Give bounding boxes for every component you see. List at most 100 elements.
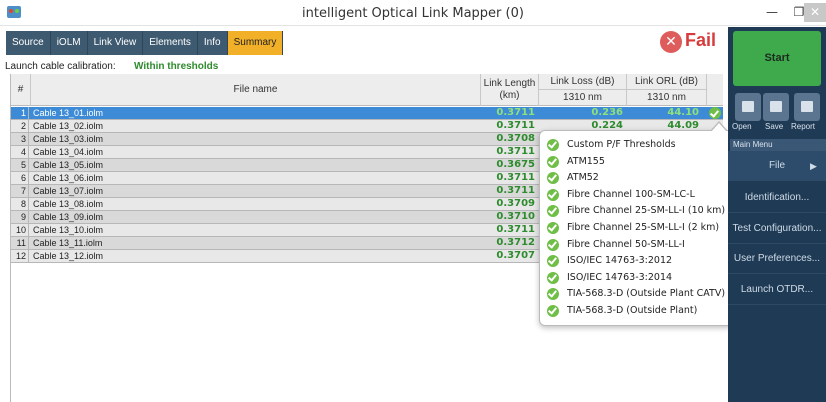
check-circle-icon: [547, 172, 559, 185]
row-file-name: Cable 13_05.iolm: [33, 160, 104, 170]
tabs: Source iOLM Link View Elements Info Summ…: [6, 31, 284, 55]
tab-info[interactable]: Info: [197, 31, 228, 55]
pass-check-icon[interactable]: [709, 107, 721, 119]
menu-file[interactable]: File ▶: [728, 151, 826, 181]
report-icon: [801, 101, 813, 112]
title-bar: intelligent Optical Link Mapper (0) — ❐ …: [0, 0, 826, 26]
header-link-loss-title: Link Loss (dB): [539, 74, 626, 90]
check-circle-icon: [547, 238, 559, 251]
row-number: 1: [11, 107, 29, 119]
start-button[interactable]: Start: [733, 31, 821, 86]
thresholds-list: Custom P/F Thresholds ATM155 ATM52 Fibre Ch…: [546, 137, 725, 320]
menu-test-configuration[interactable]: Test Configuration...: [728, 214, 826, 244]
row-number: 10: [11, 224, 29, 236]
header-link-length-top: Link Length: [483, 78, 536, 89]
threshold-label: ISO/IEC 14763-3:2012: [567, 255, 673, 267]
row-number: 2: [11, 120, 29, 132]
fail-icon: ✕: [660, 31, 682, 53]
window-title: intelligent Optical Link Mapper (0): [302, 6, 524, 21]
main-menu-header: Main Menu: [730, 139, 826, 151]
tab-summary[interactable]: Summary: [227, 31, 284, 55]
row-file-name: Cable 13_11.iolm: [33, 238, 103, 248]
row-file-name: Cable 13_08.iolm: [33, 199, 104, 209]
disk-icon: [770, 101, 782, 112]
header-file-name[interactable]: File name: [31, 74, 481, 106]
row-file-name: Cable 13_09.iolm: [33, 212, 104, 222]
thresholds-popup: Custom P/F Thresholds ATM155 ATM52 Fibre Ch…: [539, 121, 733, 326]
menu-user-preferences[interactable]: User Preferences...: [728, 244, 826, 274]
threshold-label: ATM52: [567, 172, 599, 184]
threshold-item: ISO/IEC 14763-3:2012: [546, 253, 725, 270]
tab-link-view[interactable]: Link View: [87, 31, 144, 55]
folder-icon: [742, 101, 754, 112]
threshold-label: TIA-568.3-D (Outside Plant CATV): [567, 288, 726, 300]
row-file-name: Cable 13_12.iolm: [33, 251, 104, 261]
threshold-label: Custom P/F Thresholds: [567, 139, 676, 150]
row-link-length: 0.3709: [496, 198, 535, 209]
row-link-length: 0.3711: [496, 146, 535, 157]
header-link-length-unit: (km): [499, 90, 520, 101]
row-link-length: 0.3711: [496, 224, 535, 235]
row-number: 8: [11, 198, 29, 210]
table-header: # File name Link Length (km) Link Loss (…: [11, 74, 723, 106]
row-link-length: 0.3707: [496, 250, 535, 261]
header-link-orl[interactable]: Link ORL (dB) 1310 nm: [627, 74, 707, 106]
right-panel: Start Open Save Report Main Menu File ▶ …: [728, 27, 826, 402]
row-link-length: 0.3708: [496, 133, 535, 144]
row-number: 12: [11, 250, 29, 262]
report-button[interactable]: [794, 93, 820, 121]
check-circle-icon: [547, 288, 559, 301]
check-circle-icon: [547, 255, 559, 268]
header-link-loss[interactable]: Link Loss (dB) 1310 nm: [539, 74, 627, 106]
row-link-loss: 0.236: [591, 107, 623, 118]
tab-source[interactable]: Source: [6, 31, 51, 55]
threshold-item: Custom P/F Thresholds: [546, 137, 725, 154]
tab-iolm[interactable]: iOLM: [50, 31, 88, 55]
row-file-name: Cable 13_10.iolm: [33, 225, 104, 235]
status-fail-label: Fail: [685, 30, 717, 50]
threshold-item: TIA-568.3-D (Outside Plant): [546, 303, 725, 320]
menu-identification[interactable]: Identification...: [728, 183, 826, 213]
threshold-label: Fibre Channel 50-SM-LL-I: [567, 238, 685, 250]
header-link-length[interactable]: Link Length (km): [481, 74, 539, 106]
row-file-name: Cable 13_06.iolm: [33, 173, 104, 183]
row-link-length: 0.3711: [496, 185, 535, 196]
threshold-item: Fibre Channel 100-SM-LC-L: [546, 187, 725, 204]
row-number: 4: [11, 146, 29, 158]
save-label: Save: [765, 122, 784, 131]
tab-elements[interactable]: Elements: [143, 31, 198, 55]
threshold-label: Fibre Channel 25-SM-LL-I (10 km): [567, 205, 726, 217]
row-link-length: 0.3710: [496, 211, 535, 222]
row-link-orl: 44.10: [667, 107, 699, 118]
menu-launch-otdr[interactable]: Launch OTDR...: [728, 275, 826, 305]
threshold-item: Fibre Channel 25-SM-LL-I (2 km): [546, 220, 725, 237]
threshold-label: TIA-568.3-D (Outside Plant): [567, 304, 698, 316]
row-file-name: Cable 13_04.iolm: [33, 147, 104, 157]
save-button[interactable]: [763, 93, 789, 121]
check-circle-icon: [547, 155, 559, 168]
header-link-loss-wavelength: 1310 nm: [563, 92, 602, 103]
header-num[interactable]: #: [11, 74, 31, 106]
close-button[interactable]: ✕: [804, 3, 826, 22]
open-button[interactable]: [735, 93, 761, 121]
threshold-label: ATM155: [567, 155, 605, 167]
row-file-name: Cable 13_07.iolm: [33, 186, 104, 196]
threshold-item: TIA-568.3-D (Outside Plant CATV): [546, 286, 725, 303]
chevron-right-icon: ▶: [810, 161, 817, 171]
row-number: 5: [11, 159, 29, 171]
row-number: 9: [11, 211, 29, 223]
threshold-item: ISO/IEC 14763-3:2014: [546, 270, 725, 287]
check-circle-icon: [547, 221, 559, 234]
row-number: 11: [11, 237, 29, 249]
check-circle-icon: [547, 304, 559, 317]
threshold-item: ATM52: [546, 170, 725, 187]
check-circle-icon: [547, 205, 559, 218]
calibration-label: Launch cable calibration:: [5, 61, 116, 72]
header-link-orl-title: Link ORL (dB): [627, 74, 706, 90]
row-link-length: 0.3711: [496, 172, 535, 183]
table-row[interactable]: 1 Cable 13_01.iolm 0.3711 0.236 44.10: [11, 107, 723, 120]
row-number: 6: [11, 172, 29, 184]
threshold-item: Fibre Channel 50-SM-LL-I: [546, 237, 725, 254]
minimize-button[interactable]: —: [760, 3, 784, 22]
header-link-orl-wavelength: 1310 nm: [647, 92, 686, 103]
